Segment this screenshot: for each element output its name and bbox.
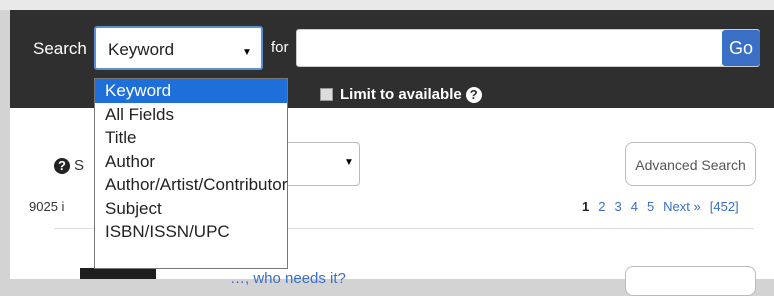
advanced-search-button[interactable]: Advanced Search <box>625 142 756 186</box>
search-label: Search <box>33 39 87 58</box>
help-icon[interactable]: ? <box>54 158 70 174</box>
dropdown-option-subject[interactable]: Subject <box>95 197 287 221</box>
search-field-value: Keyword <box>108 40 175 59</box>
result-action-button[interactable] <box>625 266 756 296</box>
sort-select[interactable]: ▼ <box>280 142 360 186</box>
dropdown-option-author[interactable]: Author <box>95 150 287 174</box>
page-5[interactable]: 5 <box>647 199 654 214</box>
for-label: for <box>271 39 289 56</box>
page-3[interactable]: 3 <box>614 199 621 214</box>
help-icon[interactable]: ? <box>465 86 482 103</box>
top-strip <box>0 0 774 10</box>
next-page-link[interactable]: Next » <box>663 199 701 214</box>
search-field-select[interactable]: Keyword ▼ <box>94 26 263 70</box>
limit-to-available[interactable]: Limit to available ? <box>320 86 482 103</box>
page-4[interactable]: 4 <box>631 199 638 214</box>
sort-label: S <box>74 157 85 174</box>
result-count: 9025 i <box>29 199 65 214</box>
dropdown-option-keyword[interactable]: Keyword <box>95 79 287 103</box>
dropdown-option-author-artist-contributor[interactable]: Author/Artist/Contributor <box>95 173 287 197</box>
dropdown-option-all-fields[interactable]: All Fields <box>95 103 287 127</box>
dropdown-option-isbn-issn-upc[interactable]: ISBN/ISSN/UPC <box>95 220 287 244</box>
pagination: 1 2 3 4 5 Next » [452] <box>582 199 739 214</box>
caret-down-icon: ▼ <box>242 47 252 58</box>
last-page-link[interactable]: [452] <box>710 199 739 214</box>
go-button[interactable]: Go <box>722 30 760 66</box>
limit-label: Limit to available <box>340 86 462 103</box>
limit-checkbox[interactable] <box>320 88 333 101</box>
page-2[interactable]: 2 <box>598 199 605 214</box>
page-1[interactable]: 1 <box>582 199 589 214</box>
search-input[interactable] <box>296 29 760 67</box>
dropdown-option-title[interactable]: Title <box>95 126 287 150</box>
book-cover-image[interactable] <box>80 268 156 279</box>
search-field-dropdown: Keyword All Fields Title Author Author/A… <box>94 78 288 269</box>
caret-down-icon: ▼ <box>344 157 354 168</box>
